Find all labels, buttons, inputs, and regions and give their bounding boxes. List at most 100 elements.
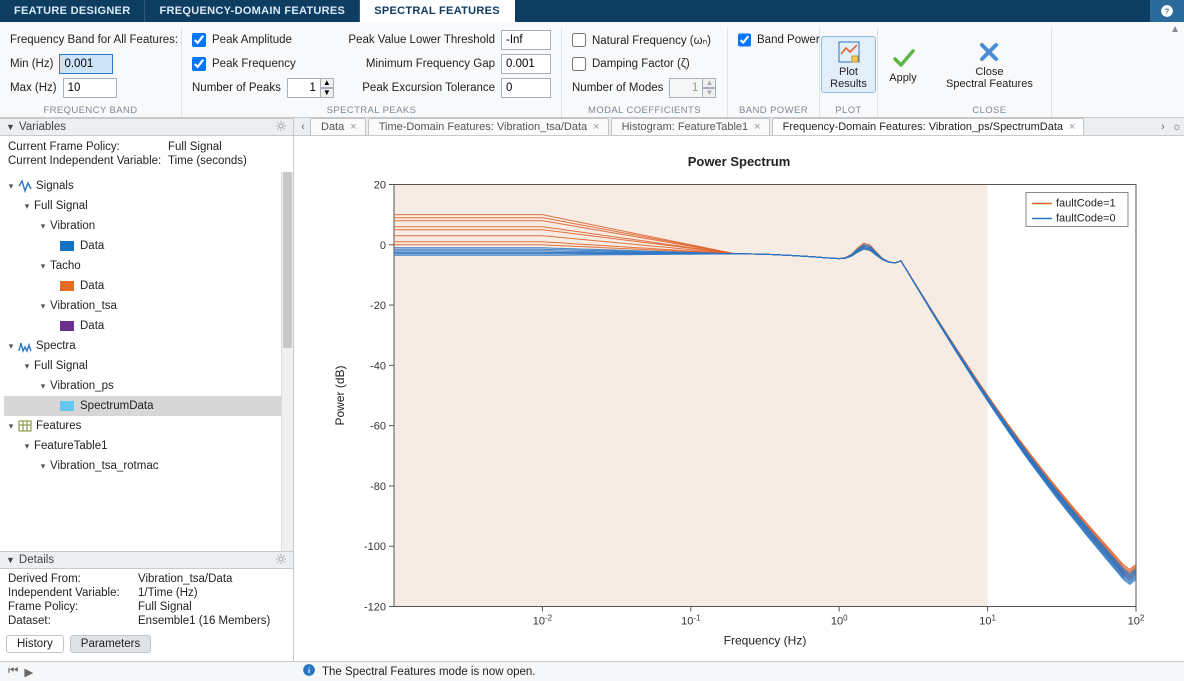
doc-tab-freq-domain[interactable]: Frequency-Domain Features: Vibration_ps/… [772,118,1085,135]
doc-tab-close-icon[interactable]: × [350,121,356,133]
info-icon: i [302,663,316,680]
tab-frequency-domain-features[interactable]: FREQUENCY-DOMAIN FEATURES [145,0,360,22]
max-hz-input[interactable] [63,78,117,98]
spectrum-icon [18,339,32,353]
doc-tab-close-icon[interactable]: × [1069,121,1075,133]
help-button[interactable]: ? [1150,0,1184,22]
tab-parameters[interactable]: Parameters [70,635,151,653]
variables-scrollbar[interactable] [281,172,293,551]
details-indep-value: 1/Time (Hz) [138,587,198,599]
threshold-label: Peak Value Lower Threshold [348,34,495,46]
doc-tab-label: Data [321,121,344,133]
collapse-triangle-icon: ▼ [6,122,15,132]
indep-var-value: Time (seconds) [168,155,247,167]
variables-panel-header[interactable]: ▼ Variables [0,118,293,136]
variables-gear-icon[interactable] [275,120,287,135]
peak-frequency-checkbox[interactable] [192,57,206,71]
doc-tab-label: Frequency-Domain Features: Vibration_ps/… [783,121,1063,133]
group-title-plot: PLOT [820,105,877,116]
tree-node-label: SpectrumData [80,400,154,412]
footer-play-icon[interactable]: ▶ [24,665,33,679]
tree-node-spectra[interactable]: ▾ Spectra [4,336,293,356]
ribbon-toolstrip: Frequency Band for All Features: Min (Hz… [0,22,1184,118]
tree-node-features[interactable]: ▾ Features [4,416,293,436]
doc-tab-close-icon[interactable]: × [593,121,599,133]
svg-text:-120: -120 [364,602,386,614]
doc-tab-histogram[interactable]: Histogram: FeatureTable1× [611,118,770,135]
apply-button[interactable]: Apply [876,43,930,86]
details-dataset-value: Ensemble1 (16 Members) [138,615,270,627]
tree-node-tacho[interactable]: ▾Tacho [4,256,293,276]
details-gear-icon[interactable] [275,553,287,568]
legend: faultCode=1faultCode=0 [1026,193,1128,227]
doc-tab-time-domain[interactable]: Time-Domain Features: Vibration_tsa/Data… [368,118,609,135]
peak-amplitude-checkbox[interactable] [192,33,206,47]
tree-node-vibration[interactable]: ▾Vibration [4,216,293,236]
tree-node-label: Vibration_tsa_rotmac [50,460,158,472]
details-body: Derived From:Vibration_tsa/Data Independ… [0,569,293,631]
num-modes-spinner: ▲▼ [702,78,716,98]
doc-tab-data[interactable]: Data × [310,118,366,135]
peak-amplitude-label: Peak Amplitude [212,34,292,46]
min-gap-label: Minimum Frequency Gap [366,58,495,70]
tree-node-vibration-tsa-rotmac[interactable]: ▾Vibration_tsa_rotmac [4,456,293,476]
num-peaks-input[interactable] [287,78,321,98]
doc-tab-next-icon[interactable]: › [1156,121,1170,133]
svg-text:20: 20 [374,180,386,192]
document-tabstrip: ‹ Data × Time-Domain Features: Vibration_… [294,118,1184,136]
damping-factor-label: Damping Factor (ζ) [592,58,690,70]
tree-node-vibration-tsa[interactable]: ▾Vibration_tsa [4,296,293,316]
close-spectral-label: Close Spectral Features [946,66,1033,90]
damping-factor-checkbox[interactable] [572,57,586,71]
tree-node-label: Data [80,320,104,332]
toolstrip-collapse-icon[interactable]: ▲ [1170,22,1180,36]
details-dataset-label: Dataset: [8,615,138,627]
natural-frequency-checkbox[interactable] [572,33,586,47]
indep-var-label: Current Independent Variable: [8,155,168,167]
num-peaks-spinner[interactable]: ▲▼ [320,78,334,98]
plot-results-button[interactable]: Plot Results [821,36,876,93]
table-icon [18,419,32,433]
peak-frequency-label: Peak Frequency [212,58,296,70]
details-panel-header[interactable]: ▼ Details [0,551,293,569]
tree-node-spectrum-data[interactable]: SpectrumData [4,396,293,416]
power-spectrum-plot[interactable]: 10-210-1100101102-120-100-80-60-40-20020… [324,173,1154,654]
tree-node-vibration-tsa-data[interactable]: Data [4,316,293,336]
threshold-input[interactable] [501,30,551,50]
svg-text:faultCode=1: faultCode=1 [1056,198,1116,210]
tree-node-label: Full Signal [34,360,88,372]
signal-icon [18,179,32,193]
doc-tab-label: Time-Domain Features: Vibration_tsa/Data [379,121,587,133]
group-title-modal-coefficients: MODAL COEFFICIENTS [562,105,727,116]
svg-text:?: ? [1165,6,1170,15]
doc-tab-gear-icon[interactable]: ☼ [1170,121,1184,133]
apply-label: Apply [889,72,917,84]
doc-tab-close-icon[interactable]: × [754,121,760,133]
svg-text:-40: -40 [370,360,386,372]
excursion-input[interactable] [501,78,551,98]
min-hz-input[interactable] [59,54,113,74]
tree-node-label: Spectra [36,340,76,352]
tree-node-vibration-ps[interactable]: ▾Vibration_ps [4,376,293,396]
svg-text:-60: -60 [370,421,386,433]
tree-node-spectra-full-signal[interactable]: ▾Full Signal [4,356,293,376]
num-modes-input [669,78,703,98]
details-indep-label: Independent Variable: [8,587,138,599]
status-text: The Spectral Features mode is now open. [322,666,536,678]
tab-history[interactable]: History [6,635,64,653]
tree-node-feature-table[interactable]: ▾FeatureTable1 [4,436,293,456]
tree-node-tacho-data[interactable]: Data [4,276,293,296]
doc-tab-prev-icon[interactable]: ‹ [296,121,310,133]
tree-node-full-signal[interactable]: ▾Full Signal [4,196,293,216]
tab-feature-designer[interactable]: FEATURE DESIGNER [0,0,145,22]
tab-spectral-features[interactable]: SPECTRAL FEATURES [360,0,515,22]
band-power-checkbox[interactable] [738,33,751,47]
tree-node-signals[interactable]: ▾ Signals [4,176,293,196]
group-title-spectral-peaks: SPECTRAL PEAKS [182,105,561,116]
num-peaks-label: Number of Peaks [192,82,281,94]
min-gap-input[interactable] [501,54,551,74]
footer-back-icon[interactable]: ⏮ [8,665,18,679]
close-icon [976,39,1002,65]
tree-node-vibration-data[interactable]: Data [4,236,293,256]
close-spectral-button[interactable]: Close Spectral Features [938,37,1041,92]
